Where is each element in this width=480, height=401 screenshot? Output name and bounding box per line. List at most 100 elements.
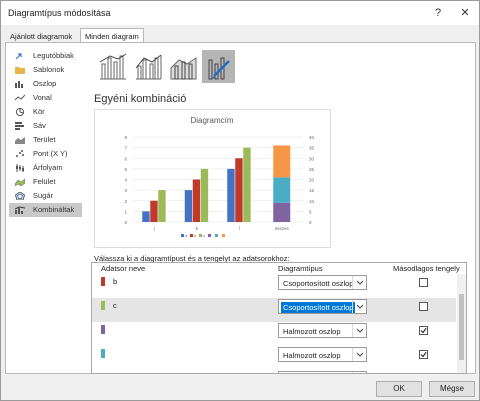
legend-label: c [203, 233, 205, 238]
chevron-down-icon [356, 352, 364, 357]
series-row[interactable]: Halmozott oszlop [92, 322, 456, 346]
chevron-down-icon [356, 304, 364, 309]
dropdown-button[interactable] [352, 276, 366, 289]
category-label: k [196, 226, 199, 231]
sidebar-item-column[interactable]: Oszlop [9, 77, 82, 91]
sidebar-item-stock[interactable]: Árfolyam [9, 161, 82, 175]
bar-b [150, 200, 158, 222]
chart-type-dropdown[interactable]: Halmozott oszlop [278, 371, 367, 374]
sidebar-item-label: Oszlop [33, 79, 57, 88]
chevron-down-icon [353, 372, 367, 374]
secondary-tick-label: 5 [309, 209, 312, 214]
area-chart-icon [15, 137, 25, 144]
secondary-axis-checkbox[interactable] [419, 326, 428, 335]
checkmark-icon [420, 351, 427, 358]
secondary-tick-label: 10 [309, 199, 315, 204]
chevron-down-icon [356, 280, 364, 285]
change-chart-type-dialog: Diagramtípus módosítása ? ✕ Ajánlott dia… [0, 0, 480, 401]
series-type-grid: Adatsor neve Diagramtípus Másodlagos ten… [91, 262, 467, 374]
clustered-column-line-icon[interactable] [96, 50, 129, 83]
sidebar-item-radar[interactable]: Sugár [9, 189, 82, 203]
series-color-swatch [101, 349, 105, 358]
series-row[interactable]: c Csoportosított oszlop [92, 298, 456, 322]
header-chart-type: Diagramtípus [278, 264, 323, 273]
primary-tick-label: 8 [124, 135, 127, 140]
sidebar-item-scatter[interactable]: Pont (X Y) [9, 147, 82, 161]
category-label: j [153, 226, 155, 231]
secondary-tick-label: 30 [309, 156, 315, 161]
header-series-name: Adatsor neve [101, 264, 146, 273]
bar-b [235, 158, 243, 222]
sidebar-item-label: Felület [33, 177, 56, 186]
tab-recommended-charts[interactable]: Ajánlott diagramok [5, 28, 77, 42]
scrollbar-thumb[interactable] [459, 294, 464, 360]
sidebar-item-surface[interactable]: Felület [9, 175, 82, 189]
bar-a [184, 190, 193, 222]
chart-type-value: Halmozott oszlop [283, 327, 341, 336]
series-row[interactable]: b Csoportosított oszlop [92, 274, 456, 298]
checkmark-icon [420, 327, 427, 334]
sidebar-item-label: Vonal [33, 93, 52, 102]
sidebar-item-pie[interactable]: Kör [9, 105, 82, 119]
series-color-swatch [101, 301, 105, 310]
close-button[interactable]: ✕ [456, 4, 474, 22]
sidebar-item-area[interactable]: Terület [9, 133, 82, 147]
templates-folder-icon [15, 67, 25, 74]
sidebar-item-line[interactable]: Vonal [9, 91, 82, 105]
sidebar-item-label: Sugár [33, 191, 54, 200]
secondary-tick-label: 25 [309, 167, 315, 172]
secondary-tick-label: 0 [309, 220, 312, 225]
sidebar-item-bar[interactable]: Sáv [9, 119, 82, 133]
category-label: összes [275, 226, 290, 231]
scatter-chart-icon [16, 150, 24, 157]
dropdown-button[interactable] [352, 324, 366, 337]
bar-c [158, 190, 166, 222]
secondary-axis-checkbox[interactable] [419, 278, 428, 287]
sidebar-item-label: Árfolyam [33, 163, 63, 172]
ok-button[interactable]: OK [376, 381, 422, 397]
series-name: c [113, 301, 117, 310]
series-row[interactable]: Halmozott oszlop [92, 346, 456, 370]
line-chart-icon [15, 94, 25, 101]
chart-type-dropdown[interactable]: Halmozott oszlop [278, 323, 367, 338]
series-color-swatch [101, 325, 105, 334]
sidebar-item-label: Sáv [33, 121, 46, 130]
stacked-area-clustered-column-icon[interactable] [167, 50, 200, 83]
secondary-axis-checkbox[interactable] [419, 350, 428, 359]
sidebar-item-label: Terület [33, 135, 56, 144]
sidebar-item-templates[interactable]: Sablonok [9, 63, 82, 77]
tab-all-charts[interactable]: Minden diagram [80, 28, 144, 43]
cancel-button[interactable]: Mégse [429, 381, 475, 397]
sidebar-item-label: Legutóbbiak [33, 51, 74, 60]
help-button[interactable]: ? [429, 4, 447, 22]
sidebar-item-label: Kombináltak [33, 205, 75, 214]
radar-chart-icon [15, 192, 25, 200]
sidebar-item-recent[interactable]: Legutóbbiak [9, 49, 82, 63]
dropdown-button[interactable] [352, 372, 367, 374]
preview-chart: Diagramcím 0 1 2 3 4 5 6 7 8 0 5 10 15 20 25 30 35 40 j k l ö… [124, 116, 315, 238]
secondary-tick-label: 35 [309, 146, 315, 151]
primary-tick-label: 6 [124, 156, 127, 161]
secondary-axis-checkbox[interactable] [419, 302, 428, 311]
primary-tick-label: 7 [124, 146, 127, 151]
grid-scrollbar[interactable] [457, 274, 466, 373]
series-row[interactable]: Halmozott oszlop [92, 370, 456, 374]
chart-type-value: Halmozott oszlop [283, 351, 341, 360]
bar-chart-icon [15, 122, 24, 130]
bar-a [142, 211, 150, 222]
sidebar-item-combo[interactable]: Kombináltak [9, 203, 82, 217]
dropdown-button[interactable] [352, 300, 366, 313]
bar-c [243, 147, 251, 222]
legend-swatch [199, 234, 202, 237]
surface-chart-icon [15, 178, 25, 186]
series-color-swatch [101, 373, 105, 374]
stacked-bar-segment [273, 177, 291, 203]
clustered-column-line-secondary-icon[interactable] [132, 50, 165, 83]
chart-type-dropdown[interactable]: Csoportosított oszlop [278, 299, 367, 314]
chart-type-dropdown[interactable]: Halmozott oszlop [278, 347, 367, 362]
custom-combination-icon[interactable] [202, 50, 235, 83]
chart-type-dropdown[interactable]: Csoportosított oszlop [278, 275, 367, 290]
primary-tick-label: 0 [124, 220, 127, 225]
dropdown-button[interactable] [352, 348, 366, 361]
sidebar-item-label: Pont (X Y) [33, 149, 68, 158]
